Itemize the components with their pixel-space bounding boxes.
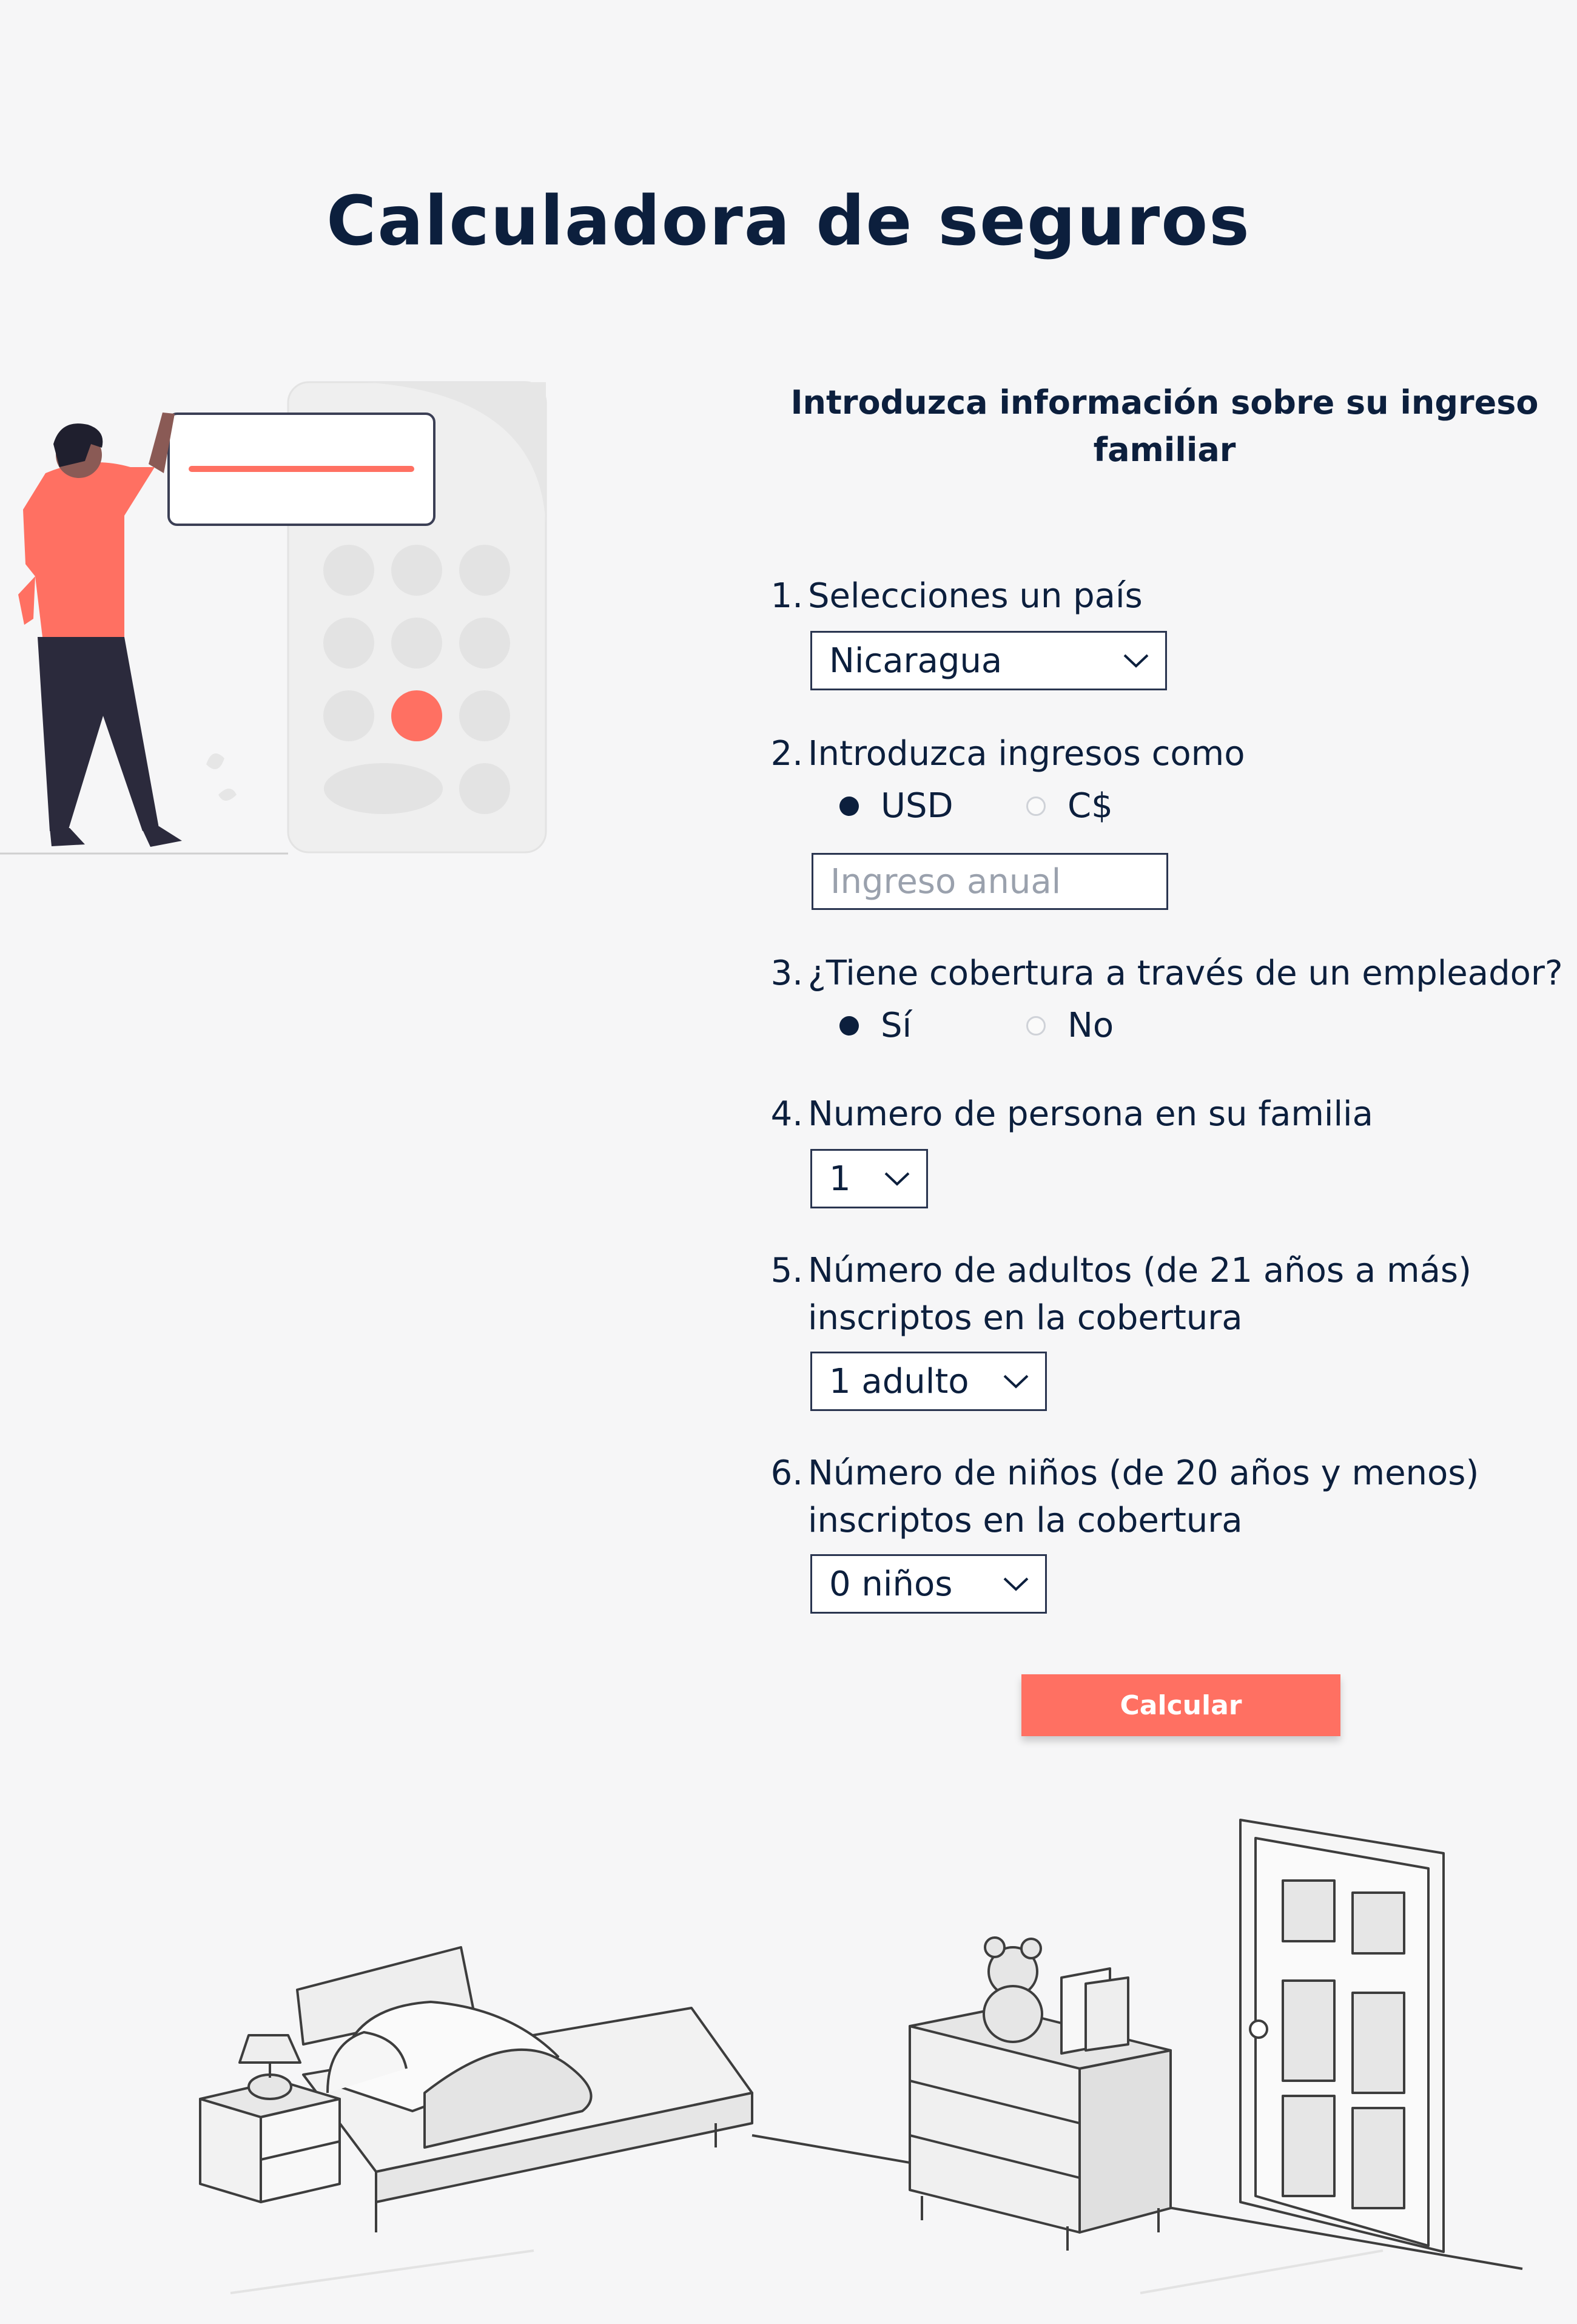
bedroom-illustration [199,1819,1523,2294]
chevron-down-icon [884,1172,910,1186]
page-title: Calculadora de seguros [326,182,1251,261]
radio-no[interactable]: No [1026,1006,1114,1045]
form-subtitle: Introduzca información sobre su ingreso … [790,383,1539,469]
chevron-down-icon [1003,1577,1029,1591]
radio-usd[interactable]: USD [839,786,953,826]
radio-dot-unselected[interactable] [1026,796,1046,816]
radio-dot-selected[interactable] [839,796,859,816]
radio-dot-selected[interactable] [839,1015,859,1036]
question-4-label: 4. Numero de persona en su familia [770,1094,1373,1134]
radio-cordoba[interactable]: C$ [1026,786,1113,826]
chevron-down-icon [1003,1375,1029,1389]
question-6-label: 6. Número de niños (de 20 años y menos) i… [770,1453,1479,1540]
calculate-button[interactable]: Calcular [1021,1674,1340,1736]
radio-dot-unselected[interactable] [1026,1015,1046,1036]
annual-income-input[interactable]: Ingreso anual [812,853,1168,910]
question-1-label: 1. Selecciones un país [770,576,1143,616]
adults-select[interactable]: 1 adulto [810,1352,1047,1411]
family-size-select[interactable]: 1 [810,1149,928,1208]
chevron-down-icon [1123,654,1149,668]
radio-yes[interactable]: Sí [839,1006,912,1045]
children-select[interactable]: 0 niños [810,1554,1047,1614]
country-select[interactable]: Nicaragua [810,631,1167,690]
question-3-label: 3. ¿Tiene cobertura a través de un emplea… [770,954,1563,993]
question-5-label: 5. Número de adultos (de 21 años a más) i… [770,1251,1471,1338]
person-calculator-illustration [0,381,547,855]
question-2-label: 2. Introduzca ingresos como [770,734,1245,773]
